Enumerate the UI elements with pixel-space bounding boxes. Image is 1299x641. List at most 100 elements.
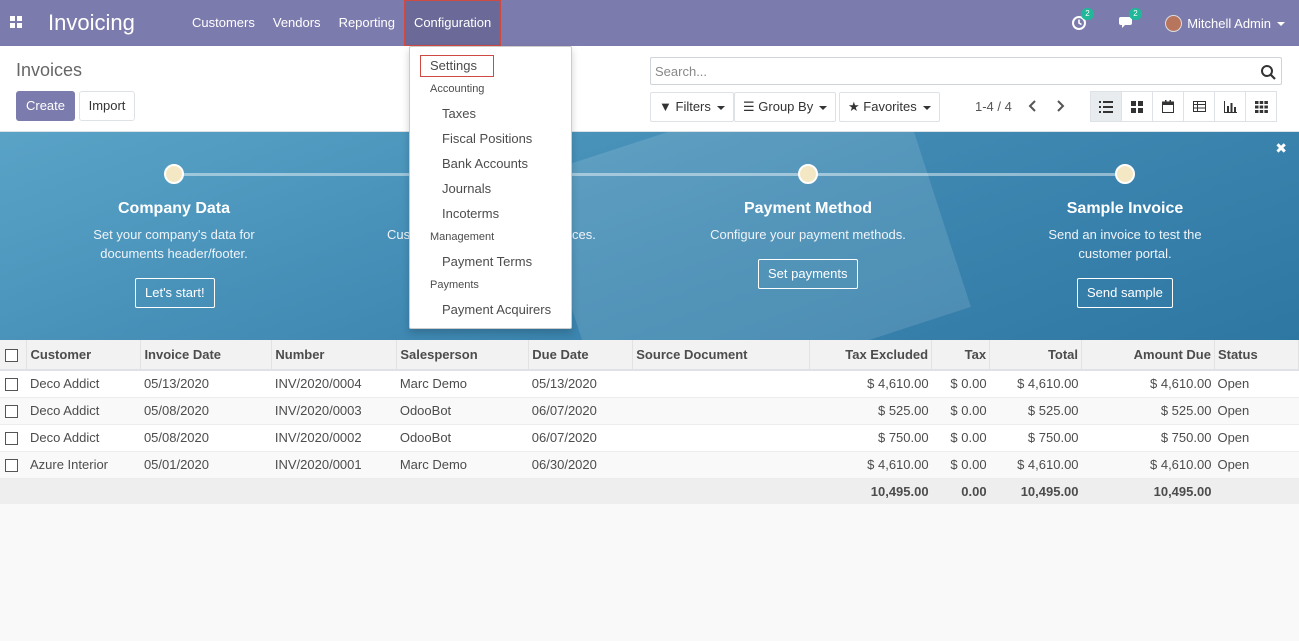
row-select-cell [0, 424, 27, 452]
search-icon[interactable] [1260, 64, 1276, 80]
column-customer[interactable]: Customer [26, 340, 142, 371]
kanban-view-icon [1131, 100, 1143, 113]
pager-value[interactable]: 1-4 / 4 [975, 99, 1012, 114]
star-icon: ★ [848, 99, 860, 114]
menu-payment-terms[interactable]: Payment Terms [442, 254, 532, 269]
column-tax[interactable]: Tax [931, 340, 991, 371]
totals-spacer [528, 478, 633, 504]
favorites-button[interactable]: ★ Favorites [839, 92, 940, 122]
search-input[interactable]: Search... [655, 64, 707, 79]
favorites-label: Favorites [863, 99, 917, 114]
calendar-view-button[interactable] [1152, 91, 1184, 122]
row-checkbox[interactable] [5, 405, 18, 419]
cell-customer: Azure Interior [26, 451, 141, 479]
groupby-label: Group By [758, 99, 814, 114]
list-view-button[interactable] [1090, 91, 1122, 122]
column-source-document[interactable]: Source Document [632, 340, 811, 371]
cell-due-date: 05/13/2020 [528, 370, 633, 398]
calendar-view-icon [1162, 100, 1174, 113]
row-checkbox[interactable] [5, 459, 18, 473]
menu-incoterms[interactable]: Incoterms [442, 206, 499, 221]
filters-label: Filters [675, 99, 711, 114]
invoice-list: Customer Invoice Date Number Salesperson… [0, 340, 1299, 504]
cell-customer: Deco Addict [26, 370, 141, 398]
cell-amount-due: $ 4,610.00 [1081, 451, 1215, 479]
column-total[interactable]: Total [989, 340, 1083, 371]
menu-configuration[interactable]: Configuration [403, 0, 502, 46]
table-row[interactable]: Deco Addict 05/08/2020 INV/2020/0003 Odo… [0, 397, 1299, 425]
grid-view-button[interactable] [1245, 91, 1277, 122]
list-icon: ☰ [743, 99, 755, 114]
menu-journals[interactable]: Journals [442, 181, 491, 196]
column-tax-excluded[interactable]: Tax Excluded [809, 340, 933, 371]
send-sample-button[interactable]: Send sample [1077, 278, 1173, 308]
create-button[interactable]: Create [16, 91, 75, 121]
cell-source [632, 370, 810, 398]
cell-tax-excluded: $ 4,610.00 [809, 451, 932, 479]
row-select-cell [0, 370, 27, 398]
cell-tax-excluded: $ 525.00 [809, 397, 932, 425]
menu-taxes[interactable]: Taxes [442, 106, 476, 121]
row-checkbox[interactable] [5, 432, 18, 446]
cell-total: $ 4,610.00 [989, 370, 1082, 398]
avatar[interactable] [1165, 14, 1183, 32]
column-invoice-date[interactable]: Invoice Date [140, 340, 273, 371]
user-name: Mitchell Admin [1187, 15, 1271, 31]
total-tax-excluded: 10,495.00 [809, 478, 932, 504]
menu-bank-accounts[interactable]: Bank Accounts [442, 156, 528, 171]
pivot-view-button[interactable] [1183, 91, 1215, 122]
totals-spacer [396, 478, 529, 504]
step-title: Company Data [117, 200, 231, 217]
step-description-line: documents header/footer. [100, 246, 248, 261]
row-select-cell [0, 451, 27, 479]
grid-view-icon [1254, 100, 1268, 113]
menu-customers[interactable]: Customers [183, 0, 264, 46]
onboarding-banner: ✖ Company Data Set your company's data f… [0, 132, 1299, 340]
column-status[interactable]: Status [1214, 340, 1299, 371]
menu-payment-acquirers[interactable]: Payment Acquirers [442, 302, 551, 317]
import-button[interactable]: Import [79, 91, 135, 121]
column-salesperson[interactable]: Salesperson [396, 340, 530, 371]
menu-fiscal-positions[interactable]: Fiscal Positions [442, 131, 532, 146]
menu-settings[interactable]: Settings [420, 55, 494, 77]
table-row[interactable]: Azure Interior 05/01/2020 INV/2020/0001 … [0, 451, 1299, 479]
row-checkbox[interactable] [5, 378, 18, 392]
messages-icon[interactable]: 2 [1117, 8, 1142, 33]
totals-spacer [1214, 478, 1299, 504]
step-description-line: Set your company's data for [93, 227, 255, 242]
app-brand[interactable]: Invoicing [48, 10, 135, 36]
step-description: Send an invoice to test the customer por… [995, 225, 1255, 263]
select-all-checkbox[interactable] [5, 349, 18, 363]
chevron-down-icon [819, 105, 828, 110]
pager-next-icon[interactable] [1053, 98, 1067, 114]
table-row[interactable]: Deco Addict 05/08/2020 INV/2020/0002 Odo… [0, 424, 1299, 452]
pager-previous-icon[interactable] [1026, 98, 1040, 114]
table-totals-row: 10,495.00 0.00 10,495.00 10,495.00 [0, 478, 1299, 504]
table-row[interactable]: Deco Addict 05/13/2020 INV/2020/0004 Mar… [0, 370, 1299, 398]
cell-number: INV/2020/0003 [271, 397, 397, 425]
step-dot [1115, 164, 1135, 184]
set-payments-button[interactable]: Set payments [758, 259, 858, 289]
activity-icon[interactable]: 2 [1069, 8, 1094, 33]
column-due-date[interactable]: Due Date [528, 340, 634, 371]
close-icon[interactable]: ✖ [1275, 140, 1287, 157]
user-menu[interactable]: Mitchell Admin [1187, 16, 1285, 31]
table-view-icon [1192, 101, 1206, 112]
column-number[interactable]: Number [271, 340, 398, 371]
menu-reporting[interactable]: Reporting [330, 0, 404, 46]
apps-menu-icon[interactable] [10, 16, 22, 28]
menu-vendors[interactable]: Vendors [264, 0, 330, 46]
kanban-view-button[interactable] [1121, 91, 1153, 122]
filter-icon: ▼ [659, 99, 672, 114]
column-amount-due[interactable]: Amount Due [1081, 340, 1215, 371]
filters-button[interactable]: ▼ Filters [650, 92, 734, 122]
cell-invoice-date: 05/13/2020 [140, 370, 272, 398]
cell-total: $ 750.00 [989, 424, 1082, 452]
graph-view-button[interactable] [1214, 91, 1246, 122]
groupby-button[interactable]: ☰ Group By [734, 92, 837, 122]
cell-tax-excluded: $ 750.00 [809, 424, 932, 452]
totals-spacer [140, 478, 272, 504]
lets-start-button[interactable]: Let's start! [135, 278, 215, 308]
cell-tax: $ 0.00 [931, 424, 990, 452]
search-bar[interactable]: Search... [650, 57, 1282, 85]
